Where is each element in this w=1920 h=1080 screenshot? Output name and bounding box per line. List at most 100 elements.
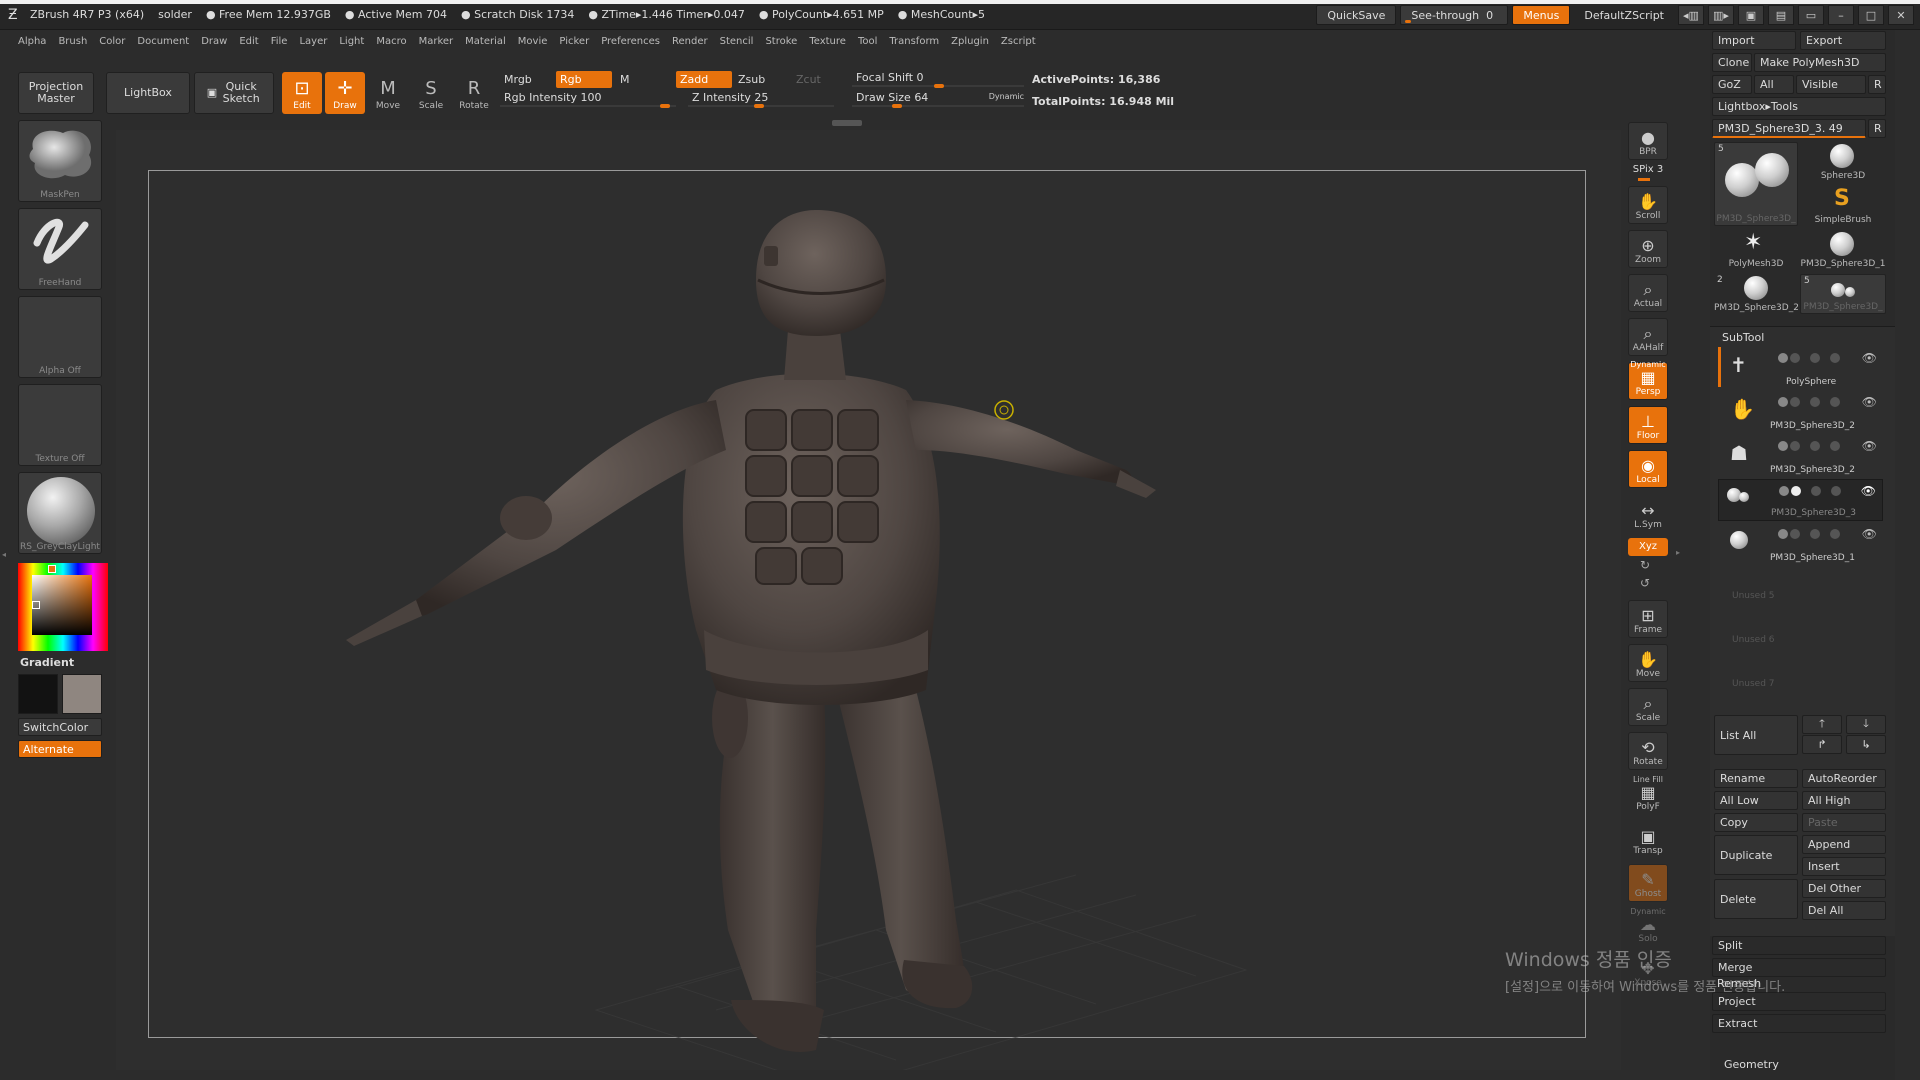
rgb-intensity-knob[interactable] xyxy=(660,104,670,108)
subtool-mask-toggle[interactable] xyxy=(1811,486,1821,496)
subtool-polypaint-toggle[interactable] xyxy=(1791,486,1801,496)
solo-button[interactable]: Dynamic ☁ Solo xyxy=(1628,907,1668,946)
menu-alpha[interactable]: Alpha xyxy=(18,36,46,47)
frame-button[interactable]: ⊞ Frame xyxy=(1628,600,1668,638)
make-polymesh-button[interactable]: Make PolyMesh3D xyxy=(1754,53,1886,72)
saturation-marker[interactable] xyxy=(32,601,40,609)
rgb-toggle[interactable]: Rgb xyxy=(556,71,612,88)
subtool-polypaint-toggle[interactable] xyxy=(1790,529,1800,539)
ghost-button[interactable]: ✎ Ghost xyxy=(1628,864,1668,902)
floor-button[interactable]: ⊥ Floor xyxy=(1628,406,1668,444)
duplicate-button[interactable]: Duplicate xyxy=(1714,835,1798,875)
actual-button[interactable]: ⌕ Actual xyxy=(1628,274,1668,312)
autoreorder-button[interactable]: AutoReorder xyxy=(1802,769,1886,788)
rotate-y-icon[interactable]: ↻ xyxy=(1640,558,1650,572)
delete-button[interactable]: Delete xyxy=(1714,879,1798,919)
subtool-mask-toggle[interactable] xyxy=(1810,529,1820,539)
zadd-toggle[interactable]: Zadd xyxy=(676,71,732,88)
subtool-polypaint-toggle[interactable] xyxy=(1778,353,1788,363)
focal-shift-knob[interactable] xyxy=(934,84,944,88)
zcut-toggle[interactable]: Zcut xyxy=(792,71,832,88)
all-high-button[interactable]: All High xyxy=(1802,791,1886,810)
m-toggle[interactable]: M xyxy=(616,71,636,88)
subtool-row-pm3d-sphere3d-1[interactable]: 👁 PM3D_Sphere3D_1 xyxy=(1718,523,1883,565)
current-tool-r-button[interactable]: R xyxy=(1868,119,1886,138)
subtool-polypaint-toggle[interactable] xyxy=(1779,486,1789,496)
goz-r-button[interactable]: R xyxy=(1868,75,1886,94)
lsym-button[interactable]: ↔ L.Sym xyxy=(1628,494,1668,532)
xyz-button[interactable]: Xyz xyxy=(1628,538,1668,556)
lightbox-tools-button[interactable]: Lightbox▸Tools xyxy=(1712,97,1886,116)
subtool-row-polysphere[interactable]: ✝ 👁 PolySphere xyxy=(1718,347,1883,389)
menu-preferences[interactable]: Preferences xyxy=(601,36,660,47)
tool-thumb-pm3d-sphere-2[interactable]: 2 PM3D_Sphere3D_2 xyxy=(1714,274,1798,314)
list-all-button[interactable]: List All xyxy=(1714,715,1798,755)
draw-size-knob[interactable] xyxy=(892,104,902,108)
extract-section[interactable]: Extract xyxy=(1712,1014,1886,1033)
color-picker[interactable] xyxy=(18,563,108,651)
subtool-polygroup-toggle[interactable] xyxy=(1830,353,1840,363)
menu-movie[interactable]: Movie xyxy=(518,36,548,47)
material-slot[interactable]: RS_GreyClayLight xyxy=(18,472,102,554)
switch-color-button[interactable]: SwitchColor xyxy=(18,718,102,736)
brush-slot[interactable]: MaskPen xyxy=(18,120,102,202)
rotate-mode-button[interactable]: R Rotate xyxy=(454,72,494,114)
subtool-polypaint-toggle[interactable] xyxy=(1778,441,1788,451)
menu-picker[interactable]: Picker xyxy=(559,36,589,47)
menu-document[interactable]: Document xyxy=(137,36,189,47)
subtool-polypaint-toggle[interactable] xyxy=(1790,441,1800,451)
see-through-slider[interactable]: See-through 0 xyxy=(1400,5,1509,25)
local-button[interactable]: ◉ Local xyxy=(1628,450,1668,488)
hue-marker[interactable] xyxy=(48,565,56,573)
dynamic-toggle[interactable]: Dynamic xyxy=(989,92,1024,101)
alpha-slot[interactable]: Alpha Off xyxy=(18,296,102,378)
subtool-row-pm3d-sphere3d-2b[interactable]: ☗ 👁 PM3D_Sphere3D_2 xyxy=(1718,435,1883,477)
subtool-polygroup-toggle[interactable] xyxy=(1830,397,1840,407)
goz-button[interactable]: GoZ xyxy=(1712,75,1752,94)
draw-mode-button[interactable]: ✛ Draw xyxy=(325,72,365,114)
move-to-top-icon[interactable]: ↱ xyxy=(1802,735,1842,754)
aahalf-button[interactable]: ⌕ AAHalf xyxy=(1628,318,1668,356)
subtool-eye-icon[interactable]: 👁 xyxy=(1862,351,1877,365)
scale-mode-button[interactable]: S Scale xyxy=(411,72,451,114)
scroll-button[interactable]: ✋ Scroll xyxy=(1628,186,1668,224)
spix-knob[interactable] xyxy=(1638,178,1650,181)
menu-color[interactable]: Color xyxy=(99,36,125,47)
z-intensity-knob[interactable] xyxy=(754,104,764,108)
clone-button[interactable]: Clone xyxy=(1712,53,1752,72)
menu-draw[interactable]: Draw xyxy=(201,36,227,47)
rotate-z-icon[interactable]: ↺ xyxy=(1640,576,1650,590)
spix-slider[interactable]: SPix 3 xyxy=(1628,164,1668,178)
menu-brush[interactable]: Brush xyxy=(58,36,87,47)
maximize-icon[interactable]: □ xyxy=(1858,5,1884,25)
right-collapse-arrow-icon[interactable]: ▸ xyxy=(1676,548,1680,557)
persp-button[interactable]: Dynamic ▦ Persp xyxy=(1628,360,1668,400)
tool-thumb-pm3d-sphere-main[interactable]: 5 PM3D_Sphere3D_ xyxy=(1714,142,1798,226)
alternate-button[interactable]: Alternate xyxy=(18,740,102,758)
subtool-title[interactable]: SubTool xyxy=(1722,331,1764,344)
menu-light[interactable]: Light xyxy=(339,36,364,47)
quick-sketch-button[interactable]: ▣ Quick Sketch xyxy=(194,72,274,114)
tool-thumb-polymesh3d[interactable]: ✶ PolyMesh3D xyxy=(1714,230,1798,270)
goz-visible-button[interactable]: Visible xyxy=(1796,75,1866,94)
left-collapse-arrow-icon[interactable]: ◂ xyxy=(2,550,8,570)
zsub-toggle[interactable]: Zsub xyxy=(734,71,790,88)
bpr-button[interactable]: ● BPR xyxy=(1628,122,1668,160)
help-icon[interactable]: ▭ xyxy=(1798,5,1824,25)
current-tool-slider[interactable]: PM3D_Sphere3D_3. 49 xyxy=(1712,119,1866,138)
menus-toggle[interactable]: Menus xyxy=(1512,5,1571,25)
layout-next-icon[interactable]: ▥▸ xyxy=(1708,5,1734,25)
projection-master-button[interactable]: Projection Master xyxy=(18,72,94,114)
geometry-section[interactable]: Geometry xyxy=(1724,1058,1779,1071)
layout-prev-icon[interactable]: ◂▥ xyxy=(1678,5,1704,25)
subtool-polypaint-toggle[interactable] xyxy=(1790,397,1800,407)
menu-macro[interactable]: Macro xyxy=(376,36,406,47)
subtool-eye-icon[interactable]: 👁 xyxy=(1862,527,1877,541)
stroke-slot[interactable]: FreeHand xyxy=(18,208,102,290)
z-intensity-slider[interactable]: Z Intensity 25 xyxy=(688,90,834,108)
menu-layer[interactable]: Layer xyxy=(299,36,327,47)
rgb-intensity-slider[interactable]: Rgb Intensity 100 xyxy=(500,90,676,108)
export-button[interactable]: Export xyxy=(1800,31,1886,50)
tool-thumb-pm3d-sphere-1[interactable]: PM3D_Sphere3D_1 xyxy=(1800,230,1886,270)
menu-material[interactable]: Material xyxy=(465,36,506,47)
